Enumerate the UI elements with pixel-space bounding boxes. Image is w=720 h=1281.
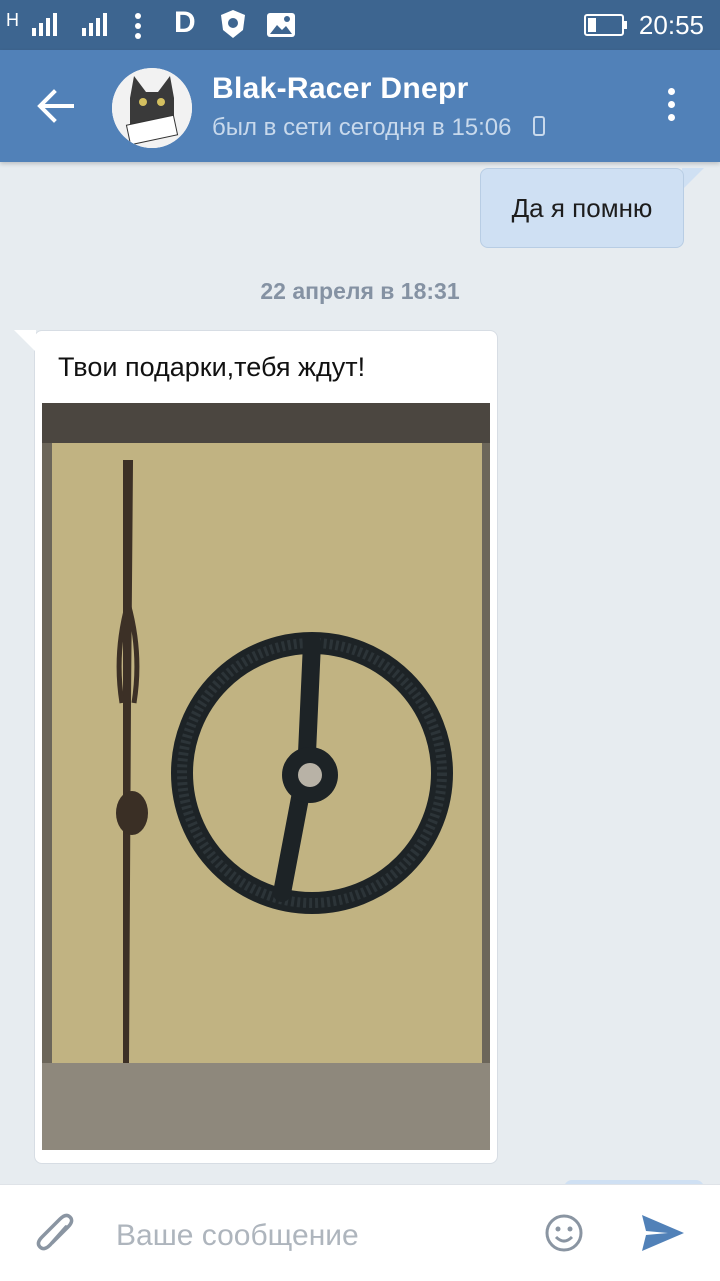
date-separator: 22 апреля в 18:31: [260, 278, 460, 304]
photo-attachment[interactable]: [42, 403, 490, 1150]
last-seen-status: был в сети сегодня в 15:06: [212, 114, 512, 141]
mobile-phone-icon: [533, 116, 545, 136]
message-text: Да я помню: [511, 192, 653, 223]
smiley-icon[interactable]: [544, 1213, 584, 1253]
outgoing-bubble-tail: [682, 168, 704, 190]
message-text: Твои подарки,тебя ждут!: [58, 352, 366, 382]
photo-steering-wheel: [42, 403, 490, 1150]
shield-app-icon: [221, 10, 245, 38]
more-vert-icon[interactable]: [664, 88, 678, 128]
incoming-bubble-tail: [14, 330, 36, 352]
status-bar: H D 20:55: [0, 0, 720, 50]
signal-sim1-icon: [32, 13, 57, 36]
contact-name[interactable]: Blak-Racer Dnepr: [212, 72, 469, 106]
cat-avatar-image: [112, 68, 192, 148]
paperclip-icon[interactable]: [36, 1213, 76, 1257]
signal-sim2-icon: [82, 13, 107, 36]
image-icon: [267, 13, 295, 37]
outgoing-message[interactable]: Да я помню: [480, 168, 684, 248]
dots-icon: [135, 13, 141, 39]
chat-header: Blak-Racer Dnepr был в сети сегодня в 15…: [0, 50, 720, 162]
battery-icon: [584, 14, 627, 36]
send-icon[interactable]: [640, 1213, 686, 1253]
message-input[interactable]: [114, 1213, 518, 1259]
message-composer: [0, 1184, 720, 1281]
back-arrow-icon[interactable]: [36, 88, 76, 124]
network-h-icon: H: [6, 10, 19, 30]
d-app-icon: D: [174, 6, 196, 39]
avatar[interactable]: [112, 68, 192, 148]
status-time: 20:55: [638, 10, 704, 40]
